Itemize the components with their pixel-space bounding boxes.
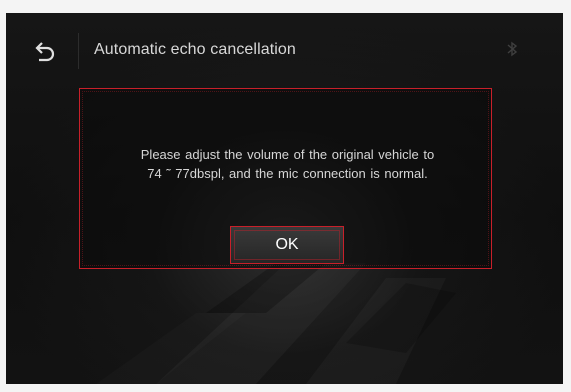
back-arrow-icon bbox=[35, 42, 55, 62]
dialog-message: Please adjust the volume of the original… bbox=[94, 145, 481, 183]
header-divider bbox=[78, 33, 79, 69]
ok-button[interactable]: OK bbox=[230, 226, 344, 264]
ok-button-label: OK bbox=[275, 236, 299, 253]
dialog-message-line-1: Please adjust the volume of the original… bbox=[140, 147, 435, 162]
header-bar: Automatic echo cancellation bbox=[6, 13, 563, 77]
dialog-message-line-2: 74 ˜ 77dbspl, and the mic connection is … bbox=[147, 166, 428, 181]
page-title: Automatic echo cancellation bbox=[94, 41, 296, 58]
back-button[interactable] bbox=[32, 39, 58, 65]
alert-dialog: Please adjust the volume of the original… bbox=[79, 88, 492, 269]
bluetooth-icon bbox=[507, 41, 518, 57]
screen: Automatic echo cancellation Please adjus… bbox=[6, 13, 563, 384]
